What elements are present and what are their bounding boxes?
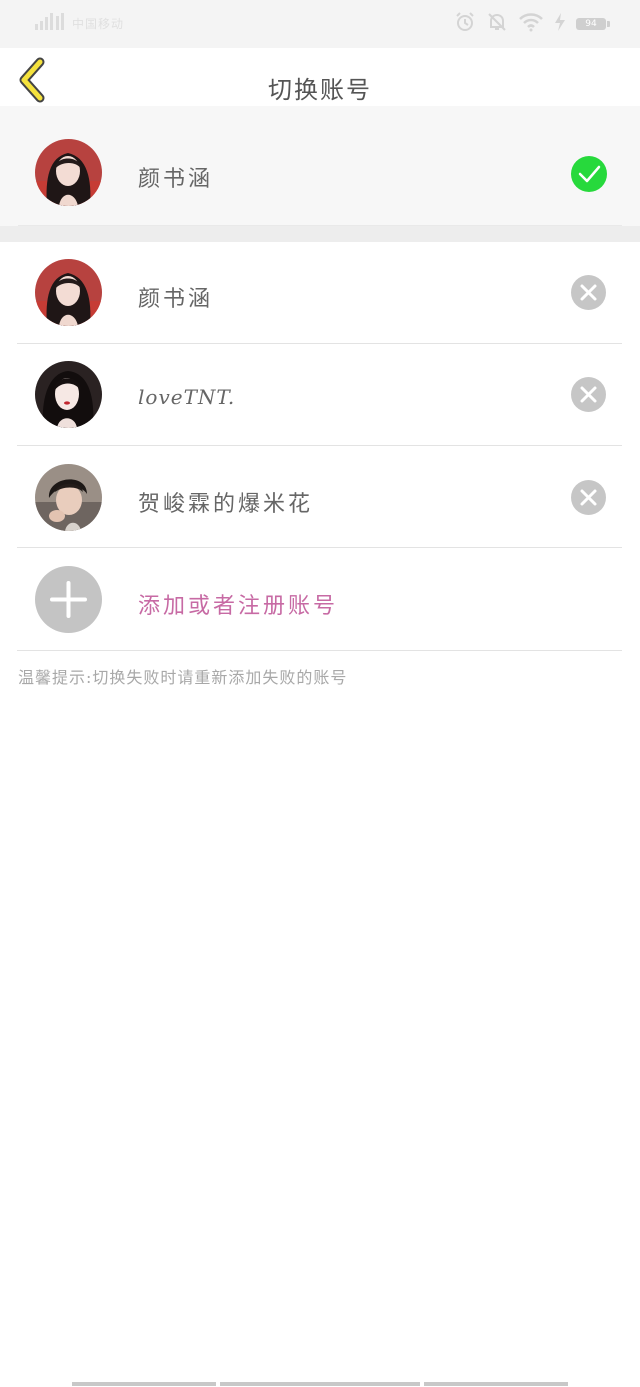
- check-circle-icon: [571, 156, 607, 192]
- plus-icon: [50, 581, 87, 618]
- account-name: loveTNT.: [138, 385, 236, 409]
- remove-account-button[interactable]: [571, 377, 606, 412]
- gesture-segment: [72, 1382, 216, 1386]
- status-bar: 中国移动 94: [0, 0, 640, 48]
- close-circle-icon: [580, 386, 597, 403]
- account-name: 贺峻霖的爆米花: [138, 492, 314, 517]
- current-account-name: 颜书涵: [138, 167, 214, 192]
- mute-icon: [486, 11, 508, 37]
- gesture-segment: [424, 1382, 568, 1386]
- divider: [17, 547, 622, 548]
- add-account-button[interactable]: [35, 566, 102, 633]
- tip-text: 温馨提示:切换失败时请重新添加失败的账号: [18, 668, 348, 687]
- avatar: [35, 361, 102, 428]
- avatar: [35, 464, 102, 531]
- account-row[interactable]: 贺峻霖的爆米花: [0, 446, 640, 548]
- add-account-row[interactable]: 添加或者注册账号: [0, 549, 640, 651]
- battery-icon: 94: [576, 18, 610, 30]
- wifi-icon: [518, 12, 544, 36]
- account-row[interactable]: loveTNT.: [0, 344, 640, 446]
- divider: [17, 650, 622, 651]
- switch-account-screen: 中国移动 94 切换账号 颜书涵 颜书涵 loveTNT. 贺峻霖的爆米花 添加…: [0, 0, 640, 1387]
- status-right: 94: [454, 11, 610, 37]
- header: 切换账号: [0, 48, 640, 106]
- current-account-row: 颜书涵: [0, 106, 640, 226]
- gesture-segment: [220, 1382, 420, 1386]
- close-circle-icon: [580, 284, 597, 301]
- avatar: [35, 139, 102, 206]
- add-account-label[interactable]: 添加或者注册账号: [138, 588, 338, 620]
- status-left: 中国移动: [34, 12, 124, 34]
- carrier-label: 中国移动: [72, 16, 125, 31]
- close-circle-icon: [580, 489, 597, 506]
- page-title: 切换账号: [268, 76, 372, 104]
- remove-account-button[interactable]: [571, 275, 606, 310]
- section-separator: [0, 226, 640, 242]
- gesture-bar: [72, 1382, 568, 1386]
- charging-icon: [554, 13, 566, 35]
- account-row[interactable]: 颜书涵: [0, 242, 640, 344]
- account-name: 颜书涵: [138, 287, 214, 312]
- remove-account-button[interactable]: [571, 480, 606, 515]
- battery-level: 94: [585, 19, 597, 29]
- alarm-icon: [454, 11, 476, 37]
- avatar: [35, 259, 102, 326]
- signal-icon: [34, 11, 66, 35]
